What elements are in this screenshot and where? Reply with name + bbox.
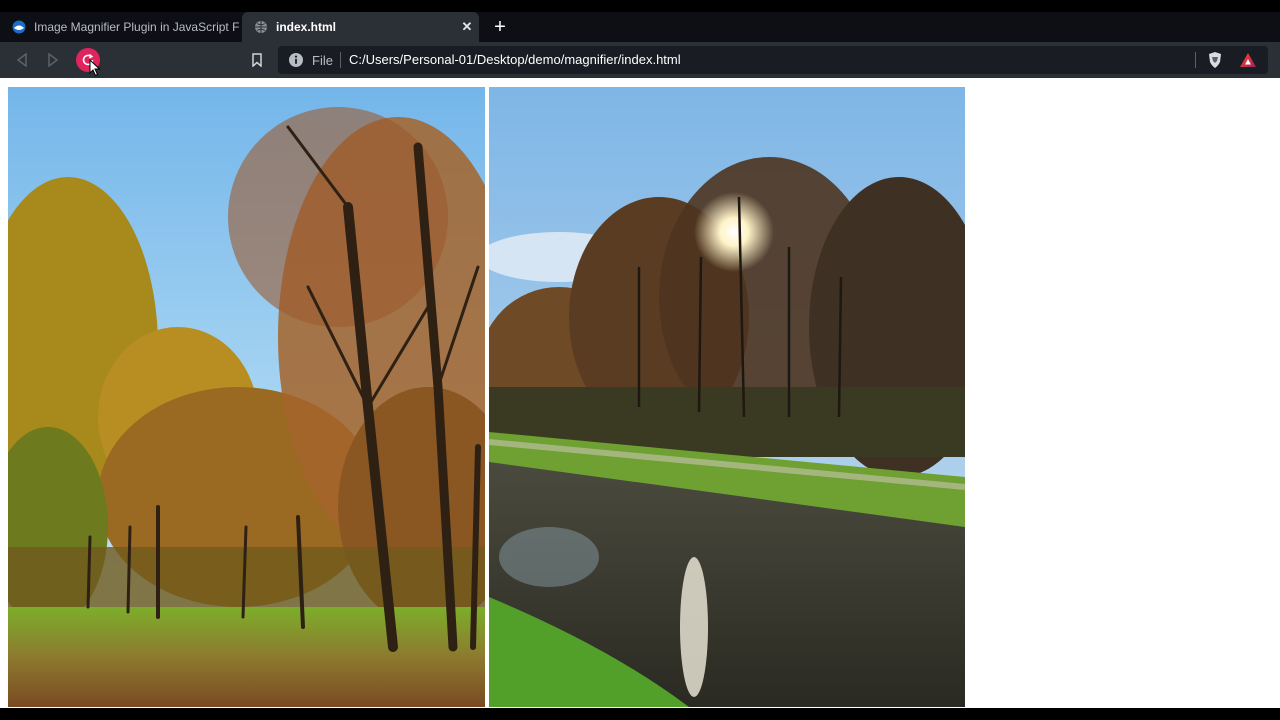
top-black-strip (0, 0, 1280, 12)
new-tab-button[interactable]: + (490, 12, 510, 42)
address-divider (340, 52, 341, 68)
back-icon (16, 53, 27, 67)
river-sunset-image[interactable] (489, 87, 965, 707)
address-divider (1195, 52, 1196, 68)
tab-title: index.html (276, 20, 337, 34)
site-logo-icon (12, 20, 26, 34)
tab-title: Image Magnifier Plugin in JavaScript F (34, 20, 240, 34)
forward-icon (48, 53, 59, 67)
bookmark-icon (252, 53, 262, 67)
brave-shield-icon[interactable] (1206, 51, 1224, 69)
mouse-cursor-icon (89, 58, 101, 77)
bookmark-button[interactable] (247, 50, 267, 70)
bottom-black-strip (0, 708, 1280, 720)
page-viewport (0, 78, 1280, 708)
autumn-forest-image[interactable] (8, 87, 485, 707)
address-bar[interactable]: File C:/Users/Personal-01/Desktop/demo/m… (278, 46, 1268, 74)
info-icon[interactable] (288, 52, 304, 68)
tab-index-html[interactable]: index.html ✕ (242, 12, 479, 42)
brave-rewards-icon[interactable] (1239, 52, 1257, 68)
back-button[interactable] (12, 50, 32, 70)
globe-icon (255, 21, 267, 33)
tab-close-icon[interactable]: ✕ (455, 19, 479, 35)
scheme-label: File (312, 53, 333, 68)
url-text[interactable]: C:/Users/Personal-01/Desktop/demo/magnif… (349, 52, 681, 67)
forward-button[interactable] (43, 50, 63, 70)
tab-image-magnifier[interactable]: Image Magnifier Plugin in JavaScript F (0, 12, 240, 42)
tab-strip: Image Magnifier Plugin in JavaScript F i… (0, 12, 1280, 42)
